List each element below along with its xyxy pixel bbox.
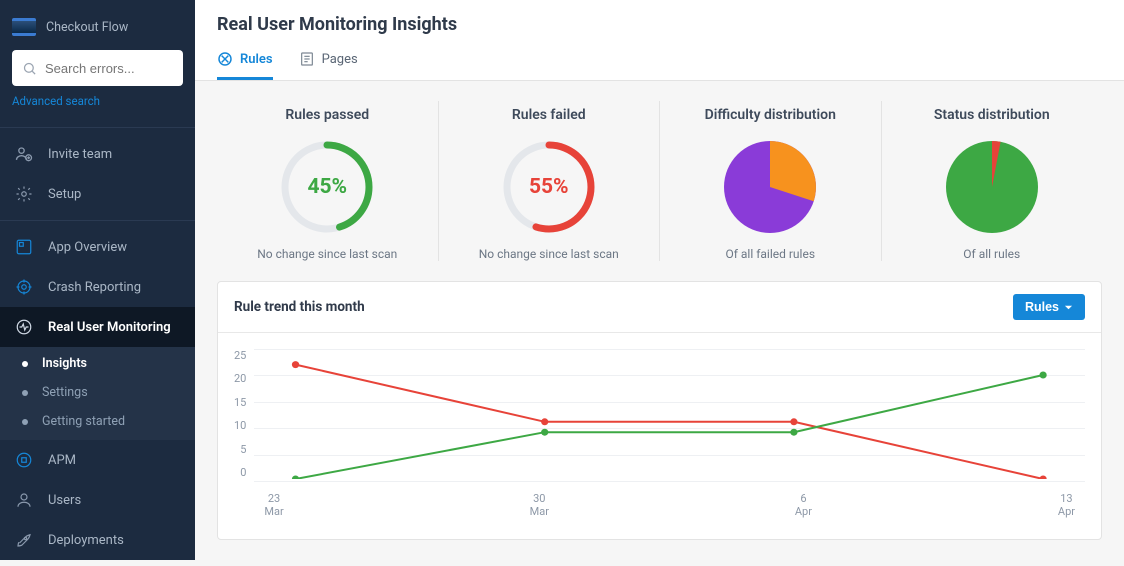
rules-dropdown-button[interactable]: Rules: [1013, 294, 1085, 320]
search-input[interactable]: [45, 61, 173, 76]
trend-chart: 2520151050 23Mar30Mar6Apr13Apr: [234, 349, 1085, 519]
trend-panel: Rule trend this month Rules 2520151050 2…: [217, 281, 1102, 540]
gear-icon: [14, 184, 34, 204]
apm-icon: [14, 450, 34, 470]
users-icon: [14, 490, 34, 510]
target-icon: [14, 277, 34, 297]
card-title: Rules passed: [223, 107, 432, 123]
sidebar-subnav: Insights Settings Getting started: [0, 347, 195, 440]
sidebar-item-invite-team[interactable]: Invite team: [0, 134, 195, 174]
card-rules-failed: Rules failed 55% No change since last sc…: [438, 101, 660, 261]
chevron-down-icon: [1064, 303, 1073, 312]
gauge-passed: 45%: [277, 137, 377, 237]
subnav-label: Insights: [42, 356, 87, 371]
sidebar-item-label: Setup: [48, 187, 81, 202]
subnav-label: Settings: [42, 385, 88, 400]
card-sub: No change since last scan: [223, 247, 432, 261]
app-logo-icon: [12, 18, 36, 36]
bullet-icon: [22, 361, 28, 367]
card-title: Rules failed: [445, 107, 654, 123]
page-title: Real User Monitoring Insights: [217, 14, 1102, 35]
page-header: Real User Monitoring Insights Rules Page…: [195, 0, 1124, 81]
gauge-failed: 55%: [499, 137, 599, 237]
sidebar-item-apm[interactable]: APM: [0, 440, 195, 480]
bullet-icon: [22, 419, 28, 425]
sidebar: Checkout Flow Advanced search Invite tea…: [0, 0, 195, 560]
card-sub: Of all rules: [888, 247, 1097, 261]
app-name: Checkout Flow: [46, 20, 128, 35]
sidebar-item-deployments[interactable]: Deployments: [0, 520, 195, 560]
tab-label: Rules: [240, 52, 273, 67]
gauge-value: 55%: [499, 137, 599, 237]
search-icon: [22, 61, 37, 76]
invite-team-icon: [14, 144, 34, 164]
tab-bar: Rules Pages: [217, 45, 1102, 80]
sidebar-item-app-overview[interactable]: App Overview: [0, 227, 195, 267]
subnav-settings[interactable]: Settings: [0, 378, 195, 407]
card-difficulty: Difficulty distribution Of all failed ru…: [659, 101, 881, 261]
sidebar-item-label: Crash Reporting: [48, 280, 141, 295]
sidebar-item-label: Real User Monitoring: [48, 320, 171, 335]
app-selector[interactable]: Checkout Flow: [12, 18, 183, 36]
subnav-getting-started[interactable]: Getting started: [0, 407, 195, 436]
advanced-search-link[interactable]: Advanced search: [12, 94, 100, 108]
sidebar-item-rum[interactable]: Real User Monitoring: [0, 307, 195, 347]
kpi-cards: Rules passed 45% No change since last sc…: [195, 81, 1124, 281]
sidebar-item-label: Users: [48, 493, 81, 508]
chart-x-axis: 23Mar30Mar6Apr13Apr: [254, 492, 1085, 520]
sidebar-item-label: App Overview: [48, 240, 127, 255]
sidebar-item-setup[interactable]: Setup: [0, 174, 195, 214]
chart-y-axis: 2520151050: [234, 349, 254, 479]
pulse-icon: [14, 317, 34, 337]
chart-lines: [254, 349, 1085, 479]
search-input-wrap[interactable]: [12, 50, 183, 86]
sidebar-item-label: APM: [48, 453, 76, 468]
card-rules-passed: Rules passed 45% No change since last sc…: [217, 101, 438, 261]
card-title: Difficulty distribution: [666, 107, 875, 123]
sidebar-item-label: Deployments: [48, 533, 124, 548]
card-status: Status distribution Of all rules: [881, 101, 1103, 261]
card-sub: No change since last scan: [445, 247, 654, 261]
subnav-label: Getting started: [42, 414, 125, 429]
pie-difficulty: [720, 137, 820, 237]
overview-icon: [14, 237, 34, 257]
subnav-insights[interactable]: Insights: [0, 349, 195, 378]
rules-icon: [217, 51, 233, 67]
gauge-value: 45%: [277, 137, 377, 237]
card-title: Status distribution: [888, 107, 1097, 123]
card-sub: Of all failed rules: [666, 247, 875, 261]
main-content: Real User Monitoring Insights Rules Page…: [195, 0, 1124, 560]
pages-icon: [299, 51, 315, 67]
tab-pages[interactable]: Pages: [299, 45, 358, 80]
pie-status: [942, 137, 1042, 237]
tab-rules[interactable]: Rules: [217, 45, 273, 80]
button-label: Rules: [1025, 300, 1059, 314]
panel-title: Rule trend this month: [234, 299, 365, 315]
sidebar-item-label: Invite team: [48, 147, 112, 162]
sidebar-item-crash-reporting[interactable]: Crash Reporting: [0, 267, 195, 307]
sidebar-item-users[interactable]: Users: [0, 480, 195, 520]
rocket-icon: [14, 530, 34, 550]
bullet-icon: [22, 390, 28, 396]
tab-label: Pages: [322, 52, 358, 67]
